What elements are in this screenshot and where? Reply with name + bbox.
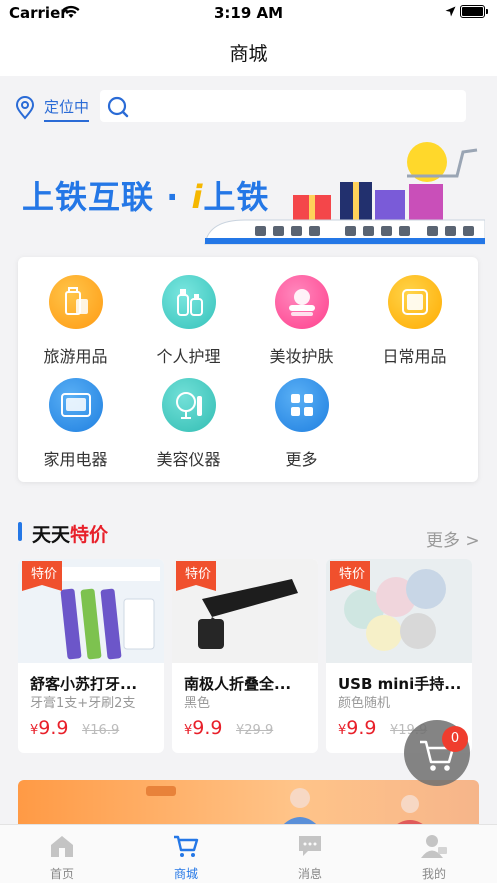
category-beauty-devices[interactable]: 美容仪器 bbox=[131, 378, 246, 470]
product-card[interactable]: 特价 南极人折叠全... 黑色 ¥9.9 ¥29.9 bbox=[172, 559, 318, 753]
page-title: 商城 bbox=[229, 43, 268, 65]
tab-profile[interactable]: 我的 bbox=[372, 833, 496, 882]
search-icon bbox=[107, 96, 129, 118]
grid-more-icon bbox=[274, 378, 329, 432]
category-label: 更多 bbox=[285, 450, 318, 469]
product-name: 南极人折叠全... bbox=[184, 675, 292, 693]
status-bar: Carrier 3:19 AM bbox=[0, 0, 497, 26]
product-variant: 黑色 bbox=[184, 696, 211, 711]
sale-tag-label: 特价 bbox=[338, 567, 365, 582]
category-label: 美容仪器 bbox=[156, 450, 221, 469]
beauty-device-icon bbox=[161, 378, 216, 432]
hero-banner[interactable]: 上铁互联 · i上铁 bbox=[0, 140, 497, 260]
cart-count-badge: 0 bbox=[442, 726, 468, 752]
clock: 3:19 AM bbox=[213, 4, 284, 22]
category-daily-goods[interactable]: 日常用品 bbox=[357, 275, 472, 367]
tab-messages[interactable]: 消息 bbox=[248, 833, 372, 882]
promo-illustration bbox=[146, 786, 430, 830]
category-more[interactable]: 更多 bbox=[244, 378, 359, 470]
product-variant: 颜色随机 bbox=[338, 696, 391, 711]
towel-icon bbox=[387, 275, 442, 329]
tab-label: 消息 bbox=[297, 867, 322, 881]
message-icon bbox=[299, 836, 321, 856]
product-name: USB mini手持... bbox=[338, 675, 462, 693]
location-services-icon bbox=[445, 6, 456, 17]
category-appliances[interactable]: 家用电器 bbox=[18, 378, 133, 470]
search-input[interactable] bbox=[100, 90, 466, 122]
floating-cart-button[interactable]: 0 bbox=[404, 720, 470, 786]
skincare-bottles-icon bbox=[161, 275, 216, 329]
luggage-icon bbox=[48, 275, 103, 329]
category-label: 美妆护肤 bbox=[269, 347, 334, 366]
user-icon bbox=[421, 835, 447, 858]
original-price: ¥29.9 bbox=[236, 723, 274, 738]
category-label: 旅游用品 bbox=[43, 347, 108, 366]
home-icon bbox=[51, 836, 73, 857]
category-travel[interactable]: 旅游用品 bbox=[18, 275, 133, 367]
section-accent-bar bbox=[18, 522, 22, 541]
promo-banner[interactable] bbox=[18, 780, 479, 830]
category-label: 个人护理 bbox=[156, 347, 221, 366]
product-variant: 牙膏1支+牙刷2支 bbox=[30, 696, 136, 711]
location-selector[interactable]: 定位中 bbox=[44, 96, 90, 122]
category-label: 日常用品 bbox=[382, 347, 447, 366]
tab-label: 首页 bbox=[49, 867, 74, 881]
tab-mall[interactable]: 商城 bbox=[124, 833, 248, 882]
category-grid: 旅游用品 个人护理 美妆护肤 日常用品 家用电器 美容仪器 更多 bbox=[18, 257, 478, 482]
tab-label: 商城 bbox=[173, 867, 198, 881]
section-title: 天天特价 bbox=[32, 524, 109, 546]
product-price: ¥9.9 bbox=[184, 717, 223, 739]
location-pin-icon[interactable] bbox=[14, 96, 36, 120]
category-beauty[interactable]: 美妆护肤 bbox=[244, 275, 359, 367]
more-link[interactable]: 更多 > bbox=[426, 526, 480, 551]
battery-icon bbox=[460, 5, 488, 18]
tab-label: 我的 bbox=[421, 867, 446, 881]
product-card[interactable]: 特价 舒客小苏打牙... 牙膏1支+牙刷2支 ¥9.9 ¥16.9 bbox=[18, 559, 164, 753]
cosmetics-icon bbox=[274, 275, 329, 329]
tab-bar: 首页 商城 消息 我的 bbox=[0, 824, 497, 883]
shopping-cart-icon bbox=[174, 835, 199, 857]
product-name: 舒客小苏打牙... bbox=[30, 675, 138, 693]
product-price: ¥9.9 bbox=[338, 717, 377, 739]
microwave-icon bbox=[48, 378, 103, 432]
original-price: ¥16.9 bbox=[82, 723, 120, 738]
train-illustration bbox=[204, 142, 485, 245]
navigation-bar: 商城 bbox=[0, 26, 497, 76]
tab-home[interactable]: 首页 bbox=[0, 833, 124, 882]
category-label: 家用电器 bbox=[43, 450, 108, 469]
sale-tag-label: 特价 bbox=[184, 567, 211, 582]
sale-tag-label: 特价 bbox=[30, 567, 57, 582]
category-personal-care[interactable]: 个人护理 bbox=[131, 275, 246, 367]
product-price: ¥9.9 bbox=[30, 717, 69, 739]
